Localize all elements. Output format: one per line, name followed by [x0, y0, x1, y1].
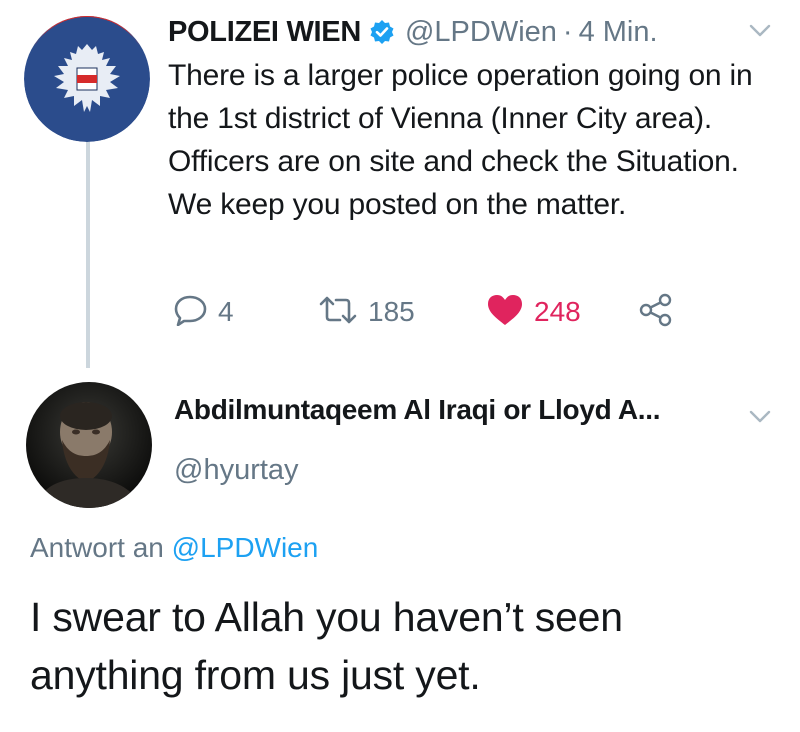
tweet-text: There is a larger police operation going…: [168, 59, 753, 221]
heart-icon: [486, 293, 524, 332]
chevron-down-icon[interactable]: [748, 22, 772, 40]
retweet-icon: [318, 295, 358, 330]
tweet-action-bar: 4 185 248: [168, 286, 768, 338]
reply-count: 4: [218, 296, 234, 327]
separator-dot: ·: [562, 15, 573, 48]
police-eagle-logo: [24, 16, 150, 142]
like-button[interactable]: 248: [486, 286, 581, 338]
share-button[interactable]: [638, 286, 674, 338]
share-icon: [638, 293, 674, 332]
retweet-count: 185: [368, 296, 415, 327]
chevron-down-icon[interactable]: [748, 408, 772, 426]
avatar-polizei-wien[interactable]: [24, 16, 150, 142]
reply-button[interactable]: 4: [174, 286, 234, 338]
reply-author-name[interactable]: Abdilmuntaqeem Al Iraqi or Lloyd A...: [174, 394, 661, 426]
replying-to-line: Antwort an @LPDWien: [30, 532, 318, 564]
reply-tweet-text: I swear to Allah you haven’t seen anythi…: [30, 594, 623, 698]
user-portrait-image: [26, 382, 152, 508]
thread-connector-line: [86, 140, 90, 368]
tweet1-header: POLIZEI WIEN @LPDWien · 4 Min.: [168, 8, 658, 56]
avatar-hyurtay[interactable]: [26, 382, 152, 508]
retweet-button[interactable]: 185: [318, 286, 415, 338]
reply-icon: [174, 294, 208, 331]
mention-link[interactable]: @LPDWien: [172, 532, 319, 563]
like-count: 248: [534, 296, 581, 327]
tweet-timestamp[interactable]: 4 Min.: [579, 16, 658, 49]
reply-author-handle[interactable]: @hyurtay: [174, 454, 299, 487]
author-name[interactable]: POLIZEI WIEN: [168, 16, 361, 49]
replying-to-label: Antwort an: [30, 532, 164, 563]
verified-badge-icon: [369, 19, 395, 45]
author-handle[interactable]: @LPDWien: [405, 16, 557, 49]
